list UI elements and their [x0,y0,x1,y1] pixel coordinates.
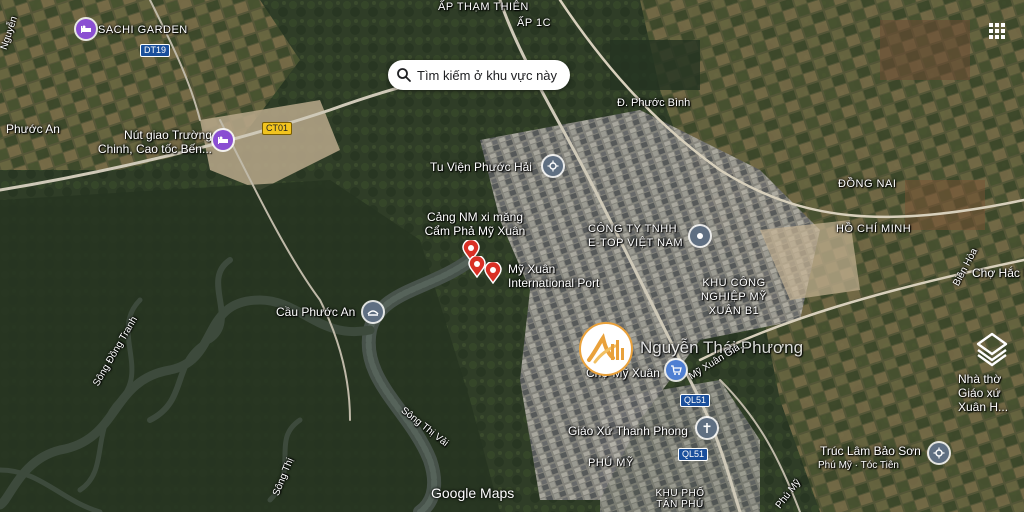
sachi-garden-pin[interactable] [76,19,96,39]
cong-ty-pin[interactable] [690,226,710,246]
layers-icon[interactable] [972,328,1012,368]
brand-logo-icon [587,333,624,364]
label-tu-vien-phuoc-hai[interactable]: Tu Viện Phước Hải [430,160,532,174]
search-this-area-button[interactable]: Tìm kiếm ở khu vực này [388,60,570,90]
road-shield-ql51-b: QL51 [678,448,709,461]
label-khu-cong-nghiep-my-xuan-b1: KHU CÔNG NGHIỆP MỸ XUÂN B1 [700,277,768,317]
church-cross-icon [703,423,711,433]
interchange-icon [218,136,228,144]
tu-vien-pin[interactable] [543,156,563,176]
label-cau-phuoc-an[interactable]: Cầu Phước An [276,305,355,319]
road-shield-dt19: DT19 [140,44,171,57]
truc-lam-pin[interactable] [929,443,949,463]
label-cang-nm-xi-mang[interactable]: Cảng NM xi măng Cẩm Phả Mỹ Xuân [420,210,530,238]
label-ho-chi-minh: HỒ CHÍ MINH [836,223,912,235]
label-nha-tho-giao-xu[interactable]: Nhà thờ Giáo xứ Xuân H... [958,372,1024,414]
label-duong-phuoc-binh: Đ. Phước Bình [617,97,691,109]
cau-phuoc-an-pin[interactable] [363,302,383,322]
label-phuoc-an: Phước An [6,122,60,136]
label-ap-1c: ẤP 1C [517,17,552,29]
cho-my-xuan-pin[interactable] [666,360,686,380]
label-my-xuan-port[interactable]: Mỹ Xuân International Port [508,262,618,290]
label-giao-xu-thanh-phong[interactable]: Giáo Xứ Thanh Phong [568,424,688,438]
search-icon [397,68,411,82]
label-phu-my-toc-tien: Phú Mỹ · Tóc Tiên [818,460,899,471]
nut-giao-pin[interactable] [213,130,233,150]
red-location-pin-my-xuan-port[interactable] [484,262,502,284]
label-sachi-garden[interactable]: SACHI GARDEN [98,23,188,37]
bridge-icon [367,310,379,316]
label-cho-hac-dich[interactable]: Chợ Hắc Dịch [972,266,1024,280]
apps-grid-icon[interactable] [986,20,1008,42]
label-truc-lam-bao-son[interactable]: Trúc Lâm Bảo Sơn [820,444,921,458]
label-ap-tham-thien: ẤP THẠM THIÊN [438,1,529,13]
search-label: Tìm kiếm ở khu vực này [417,67,558,83]
label-phu-my: PHÚ MỸ [588,457,634,469]
label-cong-ty-e-top[interactable]: CÔNG TY TNHH E-TOP VIỆT NAM [588,222,688,250]
hotel-icon [81,25,91,33]
label-nut-giao[interactable]: Nút giao Trường Chinh, Cao tốc Bến... [88,128,212,156]
temple-icon [547,160,559,172]
label-khu-pho-tan-phu: KHU PHỐ TÂN PHÚ [655,488,705,510]
watermark-logo [579,322,633,376]
google-maps-attribution: Google Maps [431,485,515,501]
giao-xu-pin[interactable] [697,418,717,438]
road-shield-ct01: CT01 [262,122,293,135]
shopping-cart-icon [671,365,682,375]
company-icon [697,233,703,239]
label-dong-nai: ĐỒNG NAI [838,178,897,190]
road-shield-ql51-a: QL51 [680,394,711,407]
temple-icon [933,447,945,459]
